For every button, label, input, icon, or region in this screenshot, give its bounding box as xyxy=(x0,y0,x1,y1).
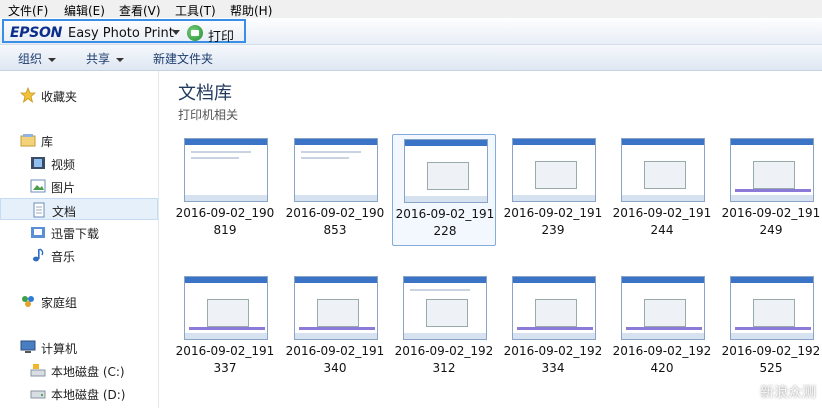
file-name: 2016-09-02_190 819 xyxy=(175,206,275,237)
nav-computer-label: 计算机 xyxy=(41,342,78,356)
nav-pictures[interactable]: 图片 xyxy=(0,175,158,197)
app-selector[interactable]: Easy Photo Print xyxy=(68,26,174,41)
file-name: 2016-09-02_192 420 xyxy=(612,344,712,375)
file-thumbnail[interactable]: 2016-09-02_191 239 xyxy=(501,134,605,246)
homegroup-icon xyxy=(20,293,36,309)
thumbnail-image xyxy=(621,138,705,202)
nav-music-label: 音乐 xyxy=(51,250,76,264)
file-name: 2016-09-02_191 228 xyxy=(395,207,495,238)
organize-button[interactable]: 组织 xyxy=(18,50,57,67)
watermark-text: 新浪众测 xyxy=(760,385,816,401)
nav-favorites[interactable]: 收藏夹 xyxy=(0,84,158,106)
menu-tools[interactable]: 工具(T) xyxy=(175,2,216,19)
print-button[interactable]: 打印 xyxy=(208,26,234,45)
document-icon xyxy=(31,202,47,218)
file-name: 2016-09-02_191 249 xyxy=(721,206,821,237)
nav-drive-c-label: 本地磁盘 (C:) xyxy=(51,365,125,379)
page-title: 文档库 xyxy=(178,83,232,104)
share-button[interactable]: 共享 xyxy=(86,50,125,67)
file-thumbnail-selected[interactable]: 2016-09-02_191 228 xyxy=(392,134,496,246)
star-icon xyxy=(19,86,37,104)
share-label: 共享 xyxy=(86,52,111,66)
nav-video[interactable]: 视频 xyxy=(0,152,158,174)
file-thumbnail[interactable]: 2016-09-02_190 819 xyxy=(173,134,277,246)
nav-documents-label: 文档 xyxy=(52,205,77,219)
new-folder-button[interactable]: 新建文件夹 xyxy=(153,50,213,67)
organize-label: 组织 xyxy=(18,52,43,66)
computer-icon xyxy=(20,339,36,355)
epson-plugin-box: EPSON Easy Photo Print 打印 xyxy=(2,19,246,45)
nav-drive-c[interactable]: 本地磁盘 (C:) xyxy=(0,359,158,381)
nav-homegroup[interactable]: 家庭组 xyxy=(0,290,158,312)
thumbnail-image xyxy=(730,138,814,202)
drive-icon xyxy=(30,362,46,378)
nav-music[interactable]: 音乐 xyxy=(0,244,158,266)
menu-file[interactable]: 文件(F) xyxy=(8,2,48,19)
nav-computer[interactable]: 计算机 xyxy=(0,336,158,358)
thumbnail-image xyxy=(294,138,378,202)
nav-favorites-label: 收藏夹 xyxy=(41,90,78,104)
epson-logo: EPSON xyxy=(10,25,63,41)
nav-thunder-downloads[interactable]: 迅雷下载 xyxy=(0,221,158,243)
navigation-pane: 收藏夹 库 视频 图片 文档 迅雷下载 音乐 家庭组 计算机 本地磁盘 (C:)… xyxy=(0,71,159,408)
thumbnail-image xyxy=(184,276,268,340)
nav-video-label: 视频 xyxy=(51,158,76,172)
file-thumbnail[interactable]: 2016-09-02_192 334 xyxy=(501,272,605,384)
chevron-down-icon xyxy=(116,57,125,62)
thumbnail-image xyxy=(512,138,596,202)
drive-icon xyxy=(30,385,46,401)
chevron-down-icon xyxy=(48,57,57,62)
nav-documents[interactable]: 文档 xyxy=(0,198,158,220)
file-name: 2016-09-02_192 525 xyxy=(721,344,821,375)
file-thumbnail[interactable]: 2016-09-02_190 853 xyxy=(283,134,387,246)
picture-icon xyxy=(30,178,46,194)
file-thumbnail[interactable]: 2016-09-02_191 249 xyxy=(719,134,822,246)
file-thumbnail[interactable]: 2016-09-02_192 420 xyxy=(610,272,714,384)
menu-view[interactable]: 查看(V) xyxy=(119,2,161,19)
library-icon xyxy=(20,132,36,148)
nav-homegroup-label: 家庭组 xyxy=(41,296,78,310)
thumbnail-image xyxy=(184,138,268,202)
thumbnail-image xyxy=(730,276,814,340)
menu-help[interactable]: 帮助(H) xyxy=(230,2,272,19)
library-subtitle: 打印机相关 xyxy=(178,108,239,122)
menu-bar: 文件(F) 编辑(E) 查看(V) 工具(T) 帮助(H) xyxy=(0,0,822,18)
file-name: 2016-09-02_192 312 xyxy=(394,344,494,375)
nav-thunder-label: 迅雷下载 xyxy=(51,227,100,241)
nav-drive-d[interactable]: 本地磁盘 (D:) xyxy=(0,382,158,404)
thumbnail-image xyxy=(621,276,705,340)
epson-toolbar: EPSON Easy Photo Print 打印 xyxy=(0,18,822,45)
nav-libraries[interactable]: 库 xyxy=(0,129,158,151)
command-bar: 组织 共享 新建文件夹 xyxy=(0,45,822,71)
thumbnail-image xyxy=(403,276,487,340)
file-thumbnail[interactable]: 2016-09-02_192 312 xyxy=(392,272,496,384)
nav-libraries-label: 库 xyxy=(41,135,54,149)
file-thumbnail[interactable]: 2016-09-02_191 340 xyxy=(283,272,387,384)
file-name: 2016-09-02_192 334 xyxy=(503,344,603,375)
file-thumbnail[interactable]: 2016-09-02_191 244 xyxy=(610,134,714,246)
thumbnail-image xyxy=(404,139,488,203)
file-name: 2016-09-02_191 337 xyxy=(175,344,275,375)
file-name: 2016-09-02_190 853 xyxy=(285,206,385,237)
menu-edit[interactable]: 编辑(E) xyxy=(64,2,105,19)
print-icon[interactable] xyxy=(187,25,203,41)
chevron-down-icon[interactable] xyxy=(172,30,180,35)
file-name: 2016-09-02_191 239 xyxy=(503,206,603,237)
file-name: 2016-09-02_191 340 xyxy=(285,344,385,375)
video-icon xyxy=(30,155,46,171)
thumbnail-image xyxy=(294,276,378,340)
nav-pictures-label: 图片 xyxy=(51,181,76,195)
file-thumbnail[interactable]: 2016-09-02_192 525 xyxy=(719,272,822,384)
download-folder-icon xyxy=(30,224,46,240)
file-thumbnail[interactable]: 2016-09-02_191 337 xyxy=(173,272,277,384)
music-icon xyxy=(30,247,46,263)
thumbnail-image xyxy=(512,276,596,340)
file-name: 2016-09-02_191 244 xyxy=(612,206,712,237)
nav-drive-d-label: 本地磁盘 (D:) xyxy=(51,388,126,402)
content-pane: 文档库 打印机相关 2016-09-02_190 819 2016-09-02_1… xyxy=(159,71,822,408)
